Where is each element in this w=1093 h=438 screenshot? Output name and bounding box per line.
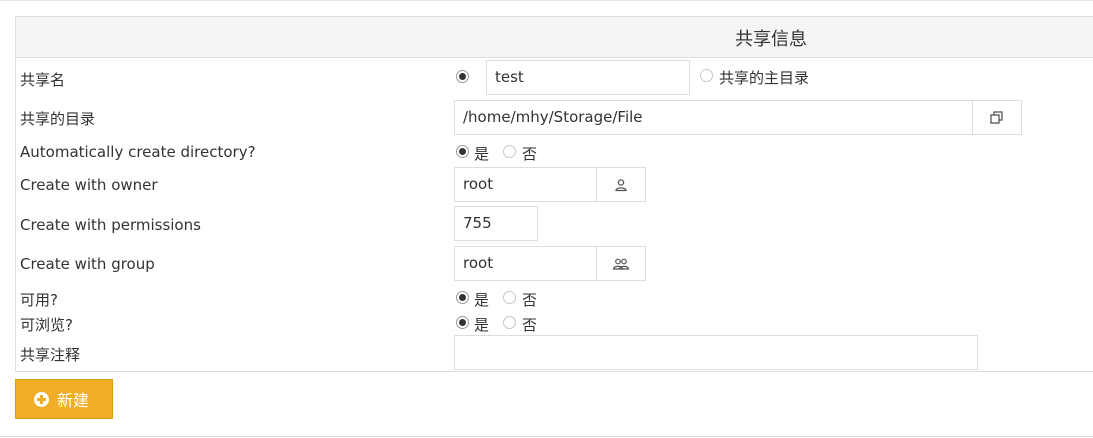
top-divider xyxy=(0,0,1093,4)
browsable-yes-label: 是 xyxy=(474,316,490,334)
permissions-label: Create with permissions xyxy=(20,216,201,234)
owner-input[interactable]: root xyxy=(454,167,597,202)
browsable-no-radio[interactable] xyxy=(503,316,516,329)
available-no-radio[interactable] xyxy=(503,291,516,304)
group-label: Create with group xyxy=(20,255,155,273)
browse-dir-button[interactable] xyxy=(972,100,1022,135)
group-input[interactable]: root xyxy=(454,246,597,281)
permissions-input[interactable]: 755 xyxy=(454,206,538,241)
bottom-divider xyxy=(0,436,1093,437)
comment-label: 共享注释 xyxy=(20,346,81,364)
panel-title: 共享信息 xyxy=(735,29,807,50)
browsable-no-label: 否 xyxy=(522,316,538,334)
browsable-label: 可浏览? xyxy=(20,316,73,334)
share-name-label: 共享名 xyxy=(20,71,66,89)
available-yes-radio[interactable] xyxy=(456,291,469,304)
auto-create-yes-radio[interactable] xyxy=(456,145,469,158)
auto-create-no-radio[interactable] xyxy=(503,145,516,158)
select-owner-button[interactable] xyxy=(596,167,646,202)
new-button-label: 新建 xyxy=(57,391,90,410)
group-icon xyxy=(612,258,630,270)
available-yes-label: 是 xyxy=(474,291,490,309)
available-label: 可用? xyxy=(20,291,58,309)
auto-create-yes-label: 是 xyxy=(474,145,490,163)
home-dir-radio[interactable] xyxy=(700,69,713,82)
panel-header: 共享信息 xyxy=(16,17,1093,58)
plus-circle-icon xyxy=(34,391,49,407)
share-dir-input[interactable]: /home/mhy/Storage/File xyxy=(454,100,973,135)
browsable-yes-radio[interactable] xyxy=(456,316,469,329)
share-dir-label: 共享的目录 xyxy=(20,110,96,128)
comment-input[interactable] xyxy=(454,335,978,370)
auto-create-label: Automatically create directory? xyxy=(20,143,256,161)
new-button[interactable]: 新建 xyxy=(15,379,113,419)
share-name-input[interactable]: test xyxy=(486,60,690,95)
share-info-panel: 共享信息 共享名 test 共享的主目录 共享的目录 /home/mhy/Sto… xyxy=(15,16,1093,372)
select-group-button[interactable] xyxy=(596,246,646,281)
owner-label: Create with owner xyxy=(20,176,158,194)
user-icon xyxy=(615,178,627,191)
share-name-radio[interactable] xyxy=(456,70,469,83)
auto-create-no-label: 否 xyxy=(522,145,538,163)
home-dir-radio-label: 共享的主目录 xyxy=(719,69,810,87)
copy-icon xyxy=(990,110,1003,124)
available-no-label: 否 xyxy=(522,291,538,309)
